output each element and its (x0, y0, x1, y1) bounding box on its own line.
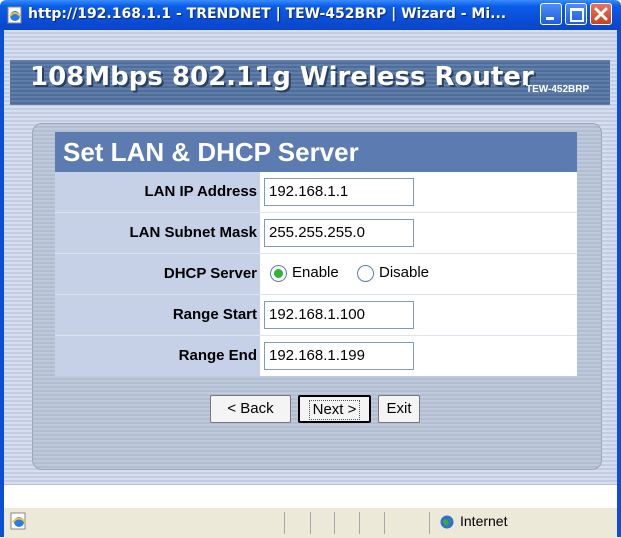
lan-ip-cell: 192.168.1.1 (260, 172, 577, 212)
subnet-input[interactable]: 255.255.255.0 (264, 219, 414, 247)
range-end-label: Range End (55, 336, 260, 376)
window-frame-right (617, 30, 621, 537)
status-divider (429, 512, 430, 534)
ie-page-icon (7, 6, 22, 24)
back-button[interactable]: < Back (210, 395, 291, 423)
maximize-icon[interactable] (565, 3, 587, 25)
page-blank-area (4, 484, 617, 507)
row-range-start: Range Start 192.168.1.100 (55, 295, 577, 335)
row-subnet: LAN Subnet Mask 255.255.255.0 (55, 213, 577, 253)
status-divider (310, 512, 311, 534)
ie-status-icon (10, 512, 26, 530)
subnet-cell: 255.255.255.0 (260, 213, 577, 253)
dhcp-label: DHCP Server (55, 254, 260, 294)
lan-ip-label: LAN IP Address (55, 172, 260, 212)
range-end-input[interactable]: 192.168.1.199 (264, 342, 414, 370)
status-divider (334, 512, 335, 534)
next-button-label: Next > (308, 400, 361, 420)
internet-zone-icon (440, 515, 454, 529)
lan-ip-input[interactable]: 192.168.1.1 (264, 178, 414, 206)
row-dhcp: DHCP Server Enable Disable (55, 254, 577, 294)
status-divider (359, 512, 360, 534)
dhcp-disable-label[interactable]: Disable (379, 264, 429, 281)
model-label: TEW-452BRP (526, 84, 590, 95)
subnet-label: LAN Subnet Mask (55, 213, 260, 253)
dhcp-enable-label[interactable]: Enable (292, 264, 339, 281)
status-divider (284, 512, 285, 534)
range-start-label: Range Start (55, 295, 260, 335)
close-icon[interactable] (590, 3, 612, 25)
internet-zone-label: Internet (460, 513, 508, 529)
dhcp-cell: Enable Disable (260, 254, 577, 294)
range-start-input[interactable]: 192.168.1.100 (264, 301, 414, 329)
product-title: 108Mbps 802.11g Wireless Router (30, 62, 534, 92)
next-button[interactable]: Next > (298, 395, 371, 423)
status-bar (4, 507, 617, 538)
form-title: Set LAN & DHCP Server (55, 132, 577, 172)
dhcp-enable-radio[interactable] (270, 265, 287, 282)
minimize-icon[interactable] (540, 3, 562, 25)
row-range-end: Range End 192.168.1.199 (55, 336, 577, 376)
range-start-cell: 192.168.1.100 (260, 295, 577, 335)
window-titlebar[interactable]: http://192.168.1.1 - TRENDNET | TEW-452B… (0, 0, 621, 30)
exit-button[interactable]: Exit (378, 395, 420, 423)
window-title: http://192.168.1.1 - TRENDNET | TEW-452B… (28, 6, 507, 22)
row-lan-ip: LAN IP Address 192.168.1.1 (55, 172, 577, 212)
dhcp-disable-radio[interactable] (357, 265, 374, 282)
status-divider (384, 512, 385, 534)
range-end-cell: 192.168.1.199 (260, 336, 577, 376)
